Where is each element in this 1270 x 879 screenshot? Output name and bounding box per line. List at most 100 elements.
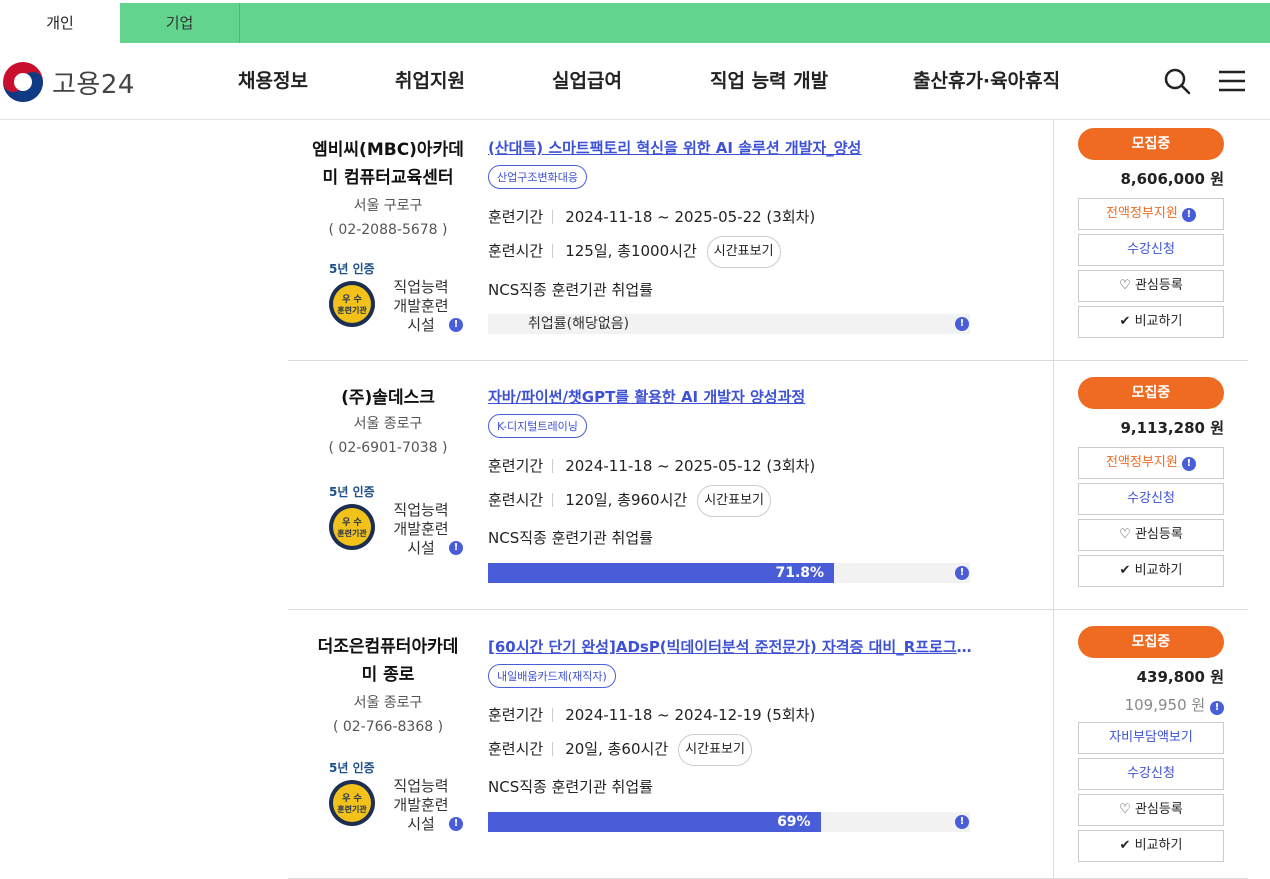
course-price: 9,113,280 원: [1120, 419, 1224, 437]
institution-region: 서울 종로구: [353, 416, 423, 432]
self-pay-button[interactable]: 자비부담액보기: [1078, 722, 1224, 754]
badge-5year: 5년 인증: [329, 485, 375, 499]
apply-button[interactable]: 수강신청: [1078, 483, 1224, 515]
institution-phone: ( 02-6901-7038 ): [328, 440, 448, 456]
svg-text:우 수: 우 수: [342, 517, 362, 528]
logo-text: 고용24: [52, 69, 135, 100]
nav-employment-support[interactable]: 취업지원: [395, 43, 465, 120]
svg-text:훈련기관: 훈련기관: [337, 528, 367, 538]
nav-recruit-info[interactable]: 채용정보: [238, 43, 308, 120]
excellent-institution-medal-icon: 우 수 훈련기관: [329, 780, 375, 826]
course-title-link[interactable]: [60시간 단기 완성]ADsP(빅데이터분석 준전문가) 자격증 대비_R프로…: [488, 636, 973, 658]
timetable-button[interactable]: 시간표보기: [697, 484, 772, 517]
tab-personal[interactable]: 개인: [0, 3, 120, 43]
training-period: 훈련기간 2024-11-18 ~ 2025-05-12 (3회차): [488, 457, 816, 475]
apply-button[interactable]: 수강신청: [1078, 234, 1224, 266]
apply-button[interactable]: 수강신청: [1078, 758, 1224, 790]
interest-button[interactable]: ♡ 관심등록: [1078, 270, 1224, 302]
institution-name[interactable]: 엠비씨(MBC)아카데: [288, 136, 488, 164]
excellent-institution-medal-icon: 우 수 훈련기관: [329, 281, 375, 327]
timetable-button[interactable]: 시간표보기: [706, 235, 781, 268]
course-actions: 모집중 8,606,000 원 전액정부지원 ! 수강신청 ♡ 관심등록 ✔ 비…: [1078, 128, 1224, 338]
heart-icon: ♡: [1119, 278, 1131, 293]
institution-region: 서울 구로구: [353, 198, 423, 214]
employment-rate-bar: 71.8% !: [488, 563, 970, 583]
course-tag: 내일배움카드제(재직자): [488, 664, 616, 688]
compare-button[interactable]: ✔ 비교하기: [1078, 830, 1224, 862]
interest-button[interactable]: ♡ 관심등록: [1078, 794, 1224, 826]
certification-badge: 5년 인증 우 수 훈련기관 직업능력 개발훈련 시설 !: [288, 483, 488, 563]
course-price: 8,606,000 원: [1120, 170, 1224, 188]
training-period: 훈련기간 2024-11-18 ~ 2024-12-19 (5회차): [488, 706, 816, 724]
employment-rate-bar: 취업률(해당없음) !: [488, 314, 970, 334]
rate-info-icon[interactable]: !: [955, 815, 969, 829]
institution-region: 서울 종로구: [353, 695, 423, 711]
recruiting-badge: 모집중: [1078, 128, 1224, 160]
excellent-institution-medal-icon: 우 수 훈련기관: [329, 504, 375, 550]
badge-info-icon[interactable]: !: [449, 817, 463, 831]
timetable-button[interactable]: 시간표보기: [678, 733, 752, 766]
compare-button[interactable]: ✔ 비교하기: [1078, 555, 1224, 587]
institution-name-line2[interactable]: 미 컴퓨터교육센터: [288, 164, 488, 192]
institution-phone: ( 02-766-8368 ): [332, 719, 444, 735]
course-actions: 모집중 439,800 원 109,950 원 ! 자비부담액보기 수강신청 ♡…: [1078, 626, 1224, 862]
course-info: 자바/파이썬/챗GPT를 활용한 AI 개발자 양성과정 K-디지털트레이닝: [488, 386, 973, 438]
ncs-rate-label: NCS직종 훈련기관 취업률: [488, 778, 653, 796]
training-period: 훈련기간 2024-11-18 ~ 2025-05-22 (3회차): [488, 208, 816, 226]
tab-corporate[interactable]: 기업: [120, 3, 240, 43]
gov-support-button[interactable]: 전액정부지원 !: [1078, 447, 1224, 479]
course-title-link[interactable]: (산대특) 스마트팩토리 혁신을 위한 AI 솔루션 개발자_양성: [488, 137, 973, 159]
badge-5year: 5년 인증: [329, 761, 375, 775]
svg-text:우 수: 우 수: [342, 294, 362, 305]
certification-badge: 5년 인증 우 수 훈련기관 직업능력 개발훈련 시설 !: [288, 260, 488, 340]
course-row: 더조은컴퓨터아카데 미 종로 서울 종로구 ( 02-766-8368 ) 5년…: [288, 610, 1248, 879]
recruiting-badge: 모집중: [1078, 626, 1224, 658]
badge-5year: 5년 인증: [329, 262, 375, 276]
rate-info-icon[interactable]: !: [955, 317, 969, 331]
self-pay-price: 109,950 원 !: [1078, 694, 1224, 716]
gov-support-button[interactable]: 전액정부지원 !: [1078, 198, 1224, 230]
course-tag: 산업구조변화대응: [488, 165, 587, 189]
badge-info-icon[interactable]: !: [449, 318, 463, 332]
institution-phone: ( 02-2088-5678 ): [328, 222, 448, 238]
employment-rate-fill: 71.8%: [488, 563, 835, 583]
menu-icon[interactable]: [1218, 67, 1246, 95]
gov-support-info-icon[interactable]: !: [1181, 457, 1196, 471]
badge-description: 직업능력 개발훈련 시설: [393, 501, 449, 557]
institution-name-line2[interactable]: 미 종로: [288, 661, 488, 689]
svg-text:훈련기관: 훈련기관: [337, 305, 367, 315]
training-hours: 훈련시간 125일, 총1000시간 시간표보기: [488, 234, 781, 268]
certification-badge: 5년 인증 우 수 훈련기관 직업능력 개발훈련 시설 !: [288, 759, 488, 839]
nav-unemployment-benefit[interactable]: 실업급여: [552, 43, 622, 120]
self-pay-info-icon[interactable]: !: [1210, 701, 1224, 715]
rate-info-icon[interactable]: !: [955, 566, 969, 580]
badge-description: 직업능력 개발훈련 시설: [393, 278, 449, 334]
nav-maternity-leave[interactable]: 출산휴가·육아휴직: [913, 43, 1060, 120]
institution-info: (주)솔데스크 서울 종로구 ( 02-6901-7038 ): [288, 384, 488, 460]
site-logo[interactable]: 고용24: [2, 60, 135, 104]
svg-text:우 수: 우 수: [342, 793, 362, 804]
institution-name[interactable]: (주)솔데스크: [288, 384, 488, 412]
check-icon: ✔: [1119, 838, 1131, 853]
ncs-rate-label: NCS직종 훈련기관 취업률: [488, 281, 653, 299]
training-hours: 훈련시간 120일, 총960시간 시간표보기: [488, 483, 772, 517]
svg-text:훈련기관: 훈련기관: [337, 804, 367, 814]
course-actions: 모집중 9,113,280 원 전액정부지원 ! 수강신청 ♡ 관심등록 ✔ 비…: [1078, 377, 1224, 587]
course-price: 439,800 원: [1136, 668, 1224, 686]
check-icon: ✔: [1119, 314, 1131, 329]
interest-button[interactable]: ♡ 관심등록: [1078, 519, 1224, 551]
gov-support-info-icon[interactable]: !: [1181, 208, 1196, 222]
course-info: (산대특) 스마트팩토리 혁신을 위한 AI 솔루션 개발자_양성 산업구조변화…: [488, 137, 973, 189]
employment-rate-fill: 69%: [488, 812, 821, 832]
institution-info: 엠비씨(MBC)아카데 미 컴퓨터교육센터 서울 구로구 ( 02-2088-5…: [288, 136, 488, 242]
compare-button[interactable]: ✔ 비교하기: [1078, 306, 1224, 338]
search-icon[interactable]: [1163, 67, 1191, 95]
employment-rate-bar: 69% !: [488, 812, 970, 832]
ncs-rate-label: NCS직종 훈련기관 취업률: [488, 529, 653, 547]
institution-name[interactable]: 더조은컴퓨터아카데: [288, 633, 488, 661]
badge-info-icon[interactable]: !: [449, 541, 463, 555]
course-title-link[interactable]: 자바/파이썬/챗GPT를 활용한 AI 개발자 양성과정: [488, 386, 973, 408]
site-header: 고용24 채용정보 취업지원 실업급여 직업 능력 개발 출산휴가·육아휴직: [0, 43, 1270, 120]
nav-job-skills[interactable]: 직업 능력 개발: [710, 43, 828, 120]
taeguk-logo-icon: [3, 62, 43, 102]
